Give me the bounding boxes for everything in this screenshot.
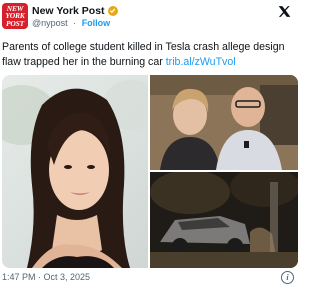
follow-button[interactable]: Follow [82,18,111,28]
info-icon[interactable]: i [281,271,294,284]
name-row: New York Post [32,4,118,17]
x-logo-icon[interactable] [278,5,292,19]
avatar[interactable]: NEW YORK POST [2,3,28,29]
separator-dot: · [73,18,77,28]
portrait-photo[interactable] [2,75,148,268]
tweet-header: NEW YORK POST New York Post @nypost · Fo… [0,0,300,34]
media-grid [2,75,298,268]
handle[interactable]: @nypost [32,18,68,28]
display-name[interactable]: New York Post [32,5,105,17]
tweet-timestamp[interactable]: 1:47 PM · Oct 3, 2025 [2,272,90,282]
tweet-body: Parents of college student killed in Tes… [2,41,285,68]
avatar-text-line-3: POST [6,18,24,28]
verified-badge-icon [107,5,118,16]
crash-scene-photo[interactable] [150,172,298,268]
tweet-text: Parents of college student killed in Tes… [2,40,298,70]
handle-row: @nypost · Follow [32,18,110,28]
parents-interview-photo[interactable] [150,75,298,170]
tweet-link[interactable]: trib.al/zWuTvol [166,56,236,68]
tweet-card[interactable]: NEW YORK POST New York Post @nypost · Fo… [0,0,300,286]
